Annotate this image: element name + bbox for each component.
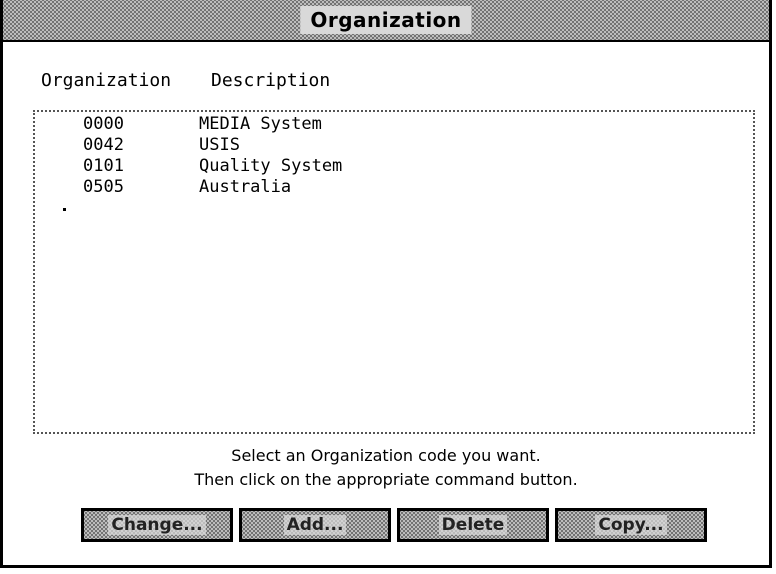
- delete-button[interactable]: Delete: [397, 508, 549, 542]
- organization-code: 0505: [83, 177, 124, 197]
- column-header-organization: Organization: [41, 70, 172, 91]
- selection-marker: [63, 208, 66, 211]
- add-button[interactable]: Add...: [239, 508, 391, 542]
- list-item[interactable]: 0000 MEDIA System: [35, 114, 753, 135]
- delete-button-label: Delete: [438, 515, 508, 535]
- instruction-line-1: Select an Organization code you want.: [231, 446, 541, 465]
- list-item[interactable]: 0101 Quality System: [35, 156, 753, 177]
- instruction-line-2: Then click on the appropriate command bu…: [194, 470, 578, 489]
- organization-code: 0042: [83, 135, 124, 155]
- organization-code: 0101: [83, 156, 124, 176]
- organization-description: Australia: [199, 177, 292, 197]
- change-button-label: Change...: [108, 515, 206, 535]
- command-buttons: Change... Add... Delete Copy...: [81, 508, 707, 542]
- title-bar[interactable]: Organization: [3, 0, 769, 42]
- list-item[interactable]: 0042 USIS: [35, 135, 753, 156]
- column-header-description: Description: [211, 70, 331, 91]
- instructions: Select an Organization code you want. Th…: [3, 444, 769, 492]
- organization-description: Quality System: [199, 156, 343, 176]
- column-headers: Organization Description: [41, 70, 330, 91]
- organization-dialog: Organization Organization Description 000…: [0, 0, 772, 568]
- list-item[interactable]: 0505 Australia: [35, 177, 753, 198]
- copy-button-label: Copy...: [595, 515, 667, 535]
- change-button[interactable]: Change...: [81, 508, 233, 542]
- copy-button[interactable]: Copy...: [555, 508, 707, 542]
- organization-description: MEDIA System: [199, 114, 322, 134]
- organization-code: 0000: [83, 114, 124, 134]
- organization-description: USIS: [199, 135, 240, 155]
- organization-list[interactable]: 0000 MEDIA System 0042 USIS 0101 Quality…: [33, 110, 755, 434]
- window-title: Organization: [300, 6, 472, 34]
- add-button-label: Add...: [283, 515, 347, 535]
